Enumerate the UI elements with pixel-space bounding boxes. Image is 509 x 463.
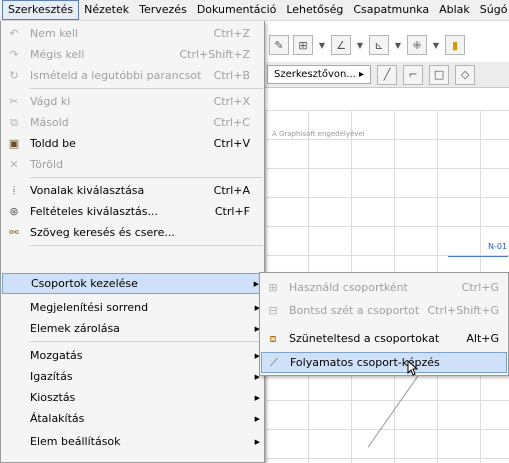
suspend-groups-icon: ⧈	[269, 331, 277, 345]
toolbar-info: Szerkesztővon... ▸ ╱ ⌐ □ ◇	[265, 62, 509, 88]
chevron-down-icon[interactable]: ▼	[317, 35, 327, 55]
menu-item-move[interactable]: Mozgatás ▶	[2, 345, 264, 366]
line-tool-icon[interactable]: ╱	[377, 64, 398, 85]
menu-views[interactable]: Nézetek	[79, 1, 134, 19]
menu-item-transform[interactable]: Átalakítás ▶	[2, 408, 264, 429]
submenu-arrow-icon: ▶	[254, 437, 260, 446]
chevron-down-icon[interactable]: ▼	[355, 35, 365, 55]
menu-item-groups[interactable]: Csoportok kezelése ▶	[2, 273, 264, 294]
submenu-item-group[interactable]: ⊞ Használd csoportként Ctrl+G	[261, 277, 507, 298]
view-dropdown[interactable]: Szerkesztővon... ▸	[267, 65, 372, 84]
submenu-item-ungroup[interactable]: ⊟ Bontsd szét a csoportot Ctrl+Shift+G	[261, 300, 507, 321]
submenu-arrow-icon: ▶	[254, 414, 260, 423]
menu-help[interactable]: Súgó	[475, 1, 509, 19]
redo-icon: ↷	[9, 48, 19, 61]
menu-item-lock-elements[interactable]: Elemek zárolása ▶	[2, 318, 264, 339]
repeat-icon: ↻	[9, 69, 19, 82]
menu-item-distribute[interactable]: Kiosztás ▶	[2, 387, 264, 408]
menu-item-delete[interactable]: ✕ Töröld	[2, 154, 264, 175]
undo-icon: ↶	[9, 27, 19, 40]
menu-separator	[29, 245, 263, 246]
menu-item-paste[interactable]: ▣ Toldd be Ctrl+V	[2, 133, 264, 154]
layer-icon[interactable]: ▮	[445, 35, 465, 55]
menu-options[interactable]: Lehetőség	[281, 1, 348, 19]
angle-icon[interactable]: ∠	[331, 35, 351, 55]
delete-icon: ✕	[9, 158, 19, 171]
conditional-select-icon: ⊛	[9, 205, 19, 218]
canvas-watermark: A Graphisoft engedélyével	[272, 130, 365, 138]
edit-menu: ↶ Nem kell Ctrl+Z ↷ Mégis kell Ctrl+Shif…	[0, 21, 265, 463]
menu-item-cut[interactable]: ✂ Vágd ki Ctrl+X	[2, 91, 264, 112]
copy-icon: ⧉	[10, 115, 18, 129]
grid-icon[interactable]: ⁜	[407, 35, 427, 55]
menu-item-find-replace[interactable]: ⚯ Szöveg keresés és csere...	[2, 222, 264, 243]
snap-grid-icon[interactable]: ⊞	[293, 35, 313, 55]
group-icon: ⊞	[268, 281, 278, 294]
menu-item-align[interactable]: Igazítás ▶	[2, 366, 264, 387]
canvas-label: N-01	[488, 242, 508, 251]
select-lines-icon: ⦙	[12, 183, 16, 197]
menu-item-element-settings[interactable]: Elem beállítások ▶	[2, 431, 264, 452]
polyline-tool-icon[interactable]: ⌐	[403, 64, 424, 85]
menu-teamwork[interactable]: Csapatmunka	[348, 1, 434, 19]
submenu-item-autogroup[interactable]: ⟋ Folyamatos csoport-képzés	[261, 352, 507, 373]
mouse-pointer-icon	[407, 360, 419, 376]
submenu-arrow-icon: ▶	[254, 393, 260, 402]
menu-edit[interactable]: Szerkesztés	[2, 0, 80, 20]
menu-item-conditional-select[interactable]: ⊛ Feltételes kiválasztás... Ctrl+F	[2, 201, 264, 222]
menu-document[interactable]: Dokumentáció	[192, 1, 282, 19]
paste-icon: ▣	[8, 137, 20, 150]
canvas-line	[448, 256, 508, 257]
menu-separator	[29, 88, 263, 89]
menu-design[interactable]: Tervezés	[134, 1, 192, 19]
groups-submenu: ⊞ Használd csoportként Ctrl+G ⊟ Bontsd s…	[259, 272, 509, 376]
menu-item-undo[interactable]: ↶ Nem kell Ctrl+Z	[2, 23, 264, 44]
ruler-icon[interactable]: ⊾	[369, 35, 389, 55]
menu-separator	[29, 177, 263, 178]
pencil-icon[interactable]: ✎	[269, 35, 289, 55]
chevron-down-icon[interactable]: ▼	[431, 35, 441, 55]
scissors-icon: ✂	[9, 95, 19, 108]
menu-item-copy[interactable]: ⧉ Másold Ctrl+C	[2, 112, 264, 133]
submenu-item-suspend-groups[interactable]: ⧈ Szüneteltesd a csoportokat Alt+G	[261, 328, 507, 349]
menu-window[interactable]: Ablak	[434, 1, 475, 19]
binoculars-icon: ⚯	[9, 226, 19, 239]
menu-bar: Szerkesztés Nézetek Tervezés Dokumentáci…	[0, 0, 509, 21]
rectangle-tool-icon[interactable]: □	[429, 64, 450, 85]
toolbar-top: ✎ ⊞ ▼ ∠ ▼ ⊾ ▼ ⁜ ▼ ▮	[265, 32, 509, 58]
polygon-tool-icon[interactable]: ◇	[455, 64, 476, 85]
menu-separator	[29, 341, 263, 342]
autogroup-icon: ⟋	[270, 355, 278, 369]
menu-item-select-lines[interactable]: ⦙ Vonalak kiválasztása Ctrl+A	[2, 180, 264, 201]
chevron-down-icon[interactable]: ▼	[393, 35, 403, 55]
menu-item-display-order[interactable]: Megjelenítési sorrend ▶	[2, 297, 264, 318]
menu-item-repeat[interactable]: ↻ Ismételd a legutóbbi parancsot Ctrl+B	[2, 65, 264, 86]
ungroup-icon: ⊟	[268, 304, 278, 317]
menu-item-redo[interactable]: ↷ Mégis kell Ctrl+Shift+Z	[2, 44, 264, 65]
